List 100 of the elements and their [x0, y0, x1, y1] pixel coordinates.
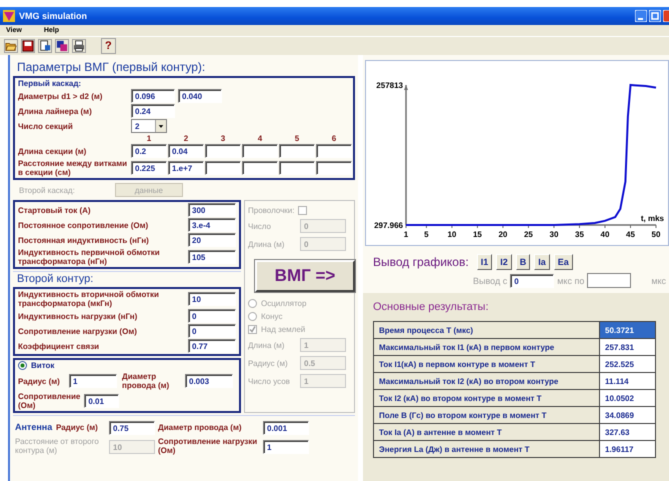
- window-title: VMG simulation: [19, 11, 88, 21]
- radio-label: Виток: [31, 361, 54, 370]
- table-cell: Максимальный ток I2 (кА) во втором контуре: [374, 372, 600, 390]
- run-button[interactable]: ВМГ =>: [255, 260, 355, 292]
- input-field[interactable]: 1: [263, 440, 309, 454]
- maximize-icon[interactable]: [649, 10, 661, 22]
- input-field[interactable]: [279, 144, 315, 158]
- table-cell[interactable]: 10.0502: [600, 390, 656, 406]
- radio-label: Осциллятор: [261, 299, 306, 308]
- input-field[interactable]: 3.e-4: [188, 218, 236, 232]
- plot-button[interactable]: B: [516, 254, 530, 270]
- input-field[interactable]: 0.001: [263, 421, 309, 435]
- input-field[interactable]: [205, 144, 241, 158]
- group-title: Первый каскад:: [18, 79, 82, 88]
- table-cell: Время процесса T (мкс): [374, 322, 600, 338]
- column-number: 1: [146, 134, 152, 143]
- input-field[interactable]: 0.2: [131, 144, 167, 158]
- field-label: Число усов: [248, 376, 291, 386]
- save-icon[interactable]: [21, 39, 35, 53]
- app-icon: [3, 10, 15, 22]
- table-cell: Максимальный ток I1 (кА) в первом контуре: [374, 338, 600, 356]
- input-field[interactable]: [279, 161, 315, 175]
- document-icon[interactable]: [38, 39, 52, 53]
- axis-label: t, mks: [640, 214, 664, 223]
- plot-button[interactable]: Ea: [554, 254, 573, 270]
- field-label: Коэффициент связи: [18, 342, 100, 350]
- axis-tick-label: 10: [447, 230, 456, 239]
- input-field[interactable]: 0.225: [131, 161, 167, 175]
- axis-tick-label: 20: [498, 230, 508, 239]
- input-field[interactable]: 0.75: [109, 421, 155, 435]
- close-icon[interactable]: [663, 10, 669, 22]
- input-field[interactable]: 0: [188, 324, 236, 338]
- input-field[interactable]: 1.e+7: [168, 161, 204, 175]
- field-label: Число секций: [18, 122, 74, 130]
- open-folder-icon[interactable]: [4, 39, 18, 53]
- input-field[interactable]: 0.77: [188, 339, 236, 353]
- field-label: Длина лайнера (м): [18, 106, 93, 116]
- checkbox-label: Над землей: [261, 325, 306, 334]
- field-label: мкс: [651, 276, 666, 286]
- axis-tick-label: 35: [575, 230, 584, 239]
- copy-icon[interactable]: [55, 39, 69, 53]
- table-cell: Ток I1(кА) в первом контуре в момент T: [374, 356, 600, 372]
- input-field[interactable]: 300: [188, 203, 236, 217]
- axis-tick-label: 50: [652, 230, 660, 239]
- help-button[interactable]: ?: [101, 38, 116, 54]
- input-field[interactable]: 0.04: [168, 144, 204, 158]
- radio-label: Конус: [261, 312, 282, 321]
- section-heading: Основные результаты:: [373, 301, 490, 313]
- input-field[interactable]: [316, 161, 352, 175]
- field-label: Вывод с: [473, 276, 508, 286]
- field-label: Радиус (м): [56, 422, 99, 432]
- table-cell[interactable]: 252.525: [600, 356, 656, 372]
- column-number: 6: [330, 134, 338, 143]
- input-field[interactable]: 0.003: [185, 374, 233, 388]
- table-cell[interactable]: 257.831: [600, 338, 656, 356]
- input-field[interactable]: 0.096: [131, 89, 175, 103]
- axis-tick-label: 25: [524, 230, 533, 239]
- input-field[interactable]: 10: [188, 292, 236, 306]
- input-field[interactable]: [242, 144, 278, 158]
- table-cell[interactable]: 1.96117: [600, 440, 656, 458]
- field-label: Индуктивность нагрузки (нГн): [18, 312, 138, 320]
- input-field[interactable]: 20: [188, 233, 236, 247]
- table-cell[interactable]: 50.3721: [600, 322, 656, 338]
- input-field[interactable]: 0: [188, 309, 236, 323]
- plot-button[interactable]: I2: [496, 254, 512, 270]
- field-label: Число: [248, 222, 272, 230]
- input-field[interactable]: [242, 161, 278, 175]
- input-field[interactable]: 0.24: [131, 104, 175, 118]
- field-label: Радиус (м): [18, 376, 61, 386]
- table-cell: Энергия La (Дж) в антенне в момент T: [374, 440, 600, 458]
- field-label: Сопротивление нагрузки (Ом): [158, 437, 258, 455]
- column-number: 4: [256, 134, 264, 143]
- field-label: Постоянная индуктивность (нГн): [18, 236, 150, 244]
- table-cell[interactable]: 34.0869: [600, 406, 656, 424]
- input-field[interactable]: 0.01: [84, 394, 119, 408]
- field-label: Длина секции (м): [18, 146, 88, 156]
- section-heading: Антенна: [15, 422, 53, 432]
- input-field[interactable]: [316, 144, 352, 158]
- radio-button[interactable]: [18, 361, 27, 370]
- plot-button[interactable]: Ia: [534, 254, 550, 270]
- axis-tick-label: 30: [550, 230, 558, 239]
- input-field[interactable]: 0.040: [178, 89, 222, 103]
- input-field[interactable]: 105: [188, 250, 236, 264]
- dropdown[interactable]: 2: [131, 119, 167, 133]
- input-field[interactable]: 1: [69, 374, 117, 388]
- field-label: Индуктивность первичной обмотки трансформатора (нГн): [18, 248, 161, 266]
- input-field[interactable]: [205, 161, 241, 175]
- field-label: Длина (м): [248, 340, 286, 350]
- section-heading: Параметры ВМГ (первый контур):: [16, 59, 206, 74]
- column-number: 5: [294, 134, 300, 143]
- printer-icon[interactable]: [72, 39, 86, 53]
- section-label: Вывод графиков:: [373, 255, 469, 269]
- field-label: Сопротивление нагрузки (Ом): [18, 326, 138, 336]
- minimize-icon[interactable]: [635, 10, 647, 22]
- plot-button[interactable]: I1: [476, 254, 492, 270]
- field-label: Расстояние от второго контура (м): [15, 437, 100, 455]
- field-label: Постоянное сопротивление (Ом): [18, 220, 150, 230]
- table-cell[interactable]: 11.114: [600, 372, 656, 390]
- section-heading: Второй контур:: [13, 271, 241, 285]
- table-cell[interactable]: 327.63: [600, 424, 656, 440]
